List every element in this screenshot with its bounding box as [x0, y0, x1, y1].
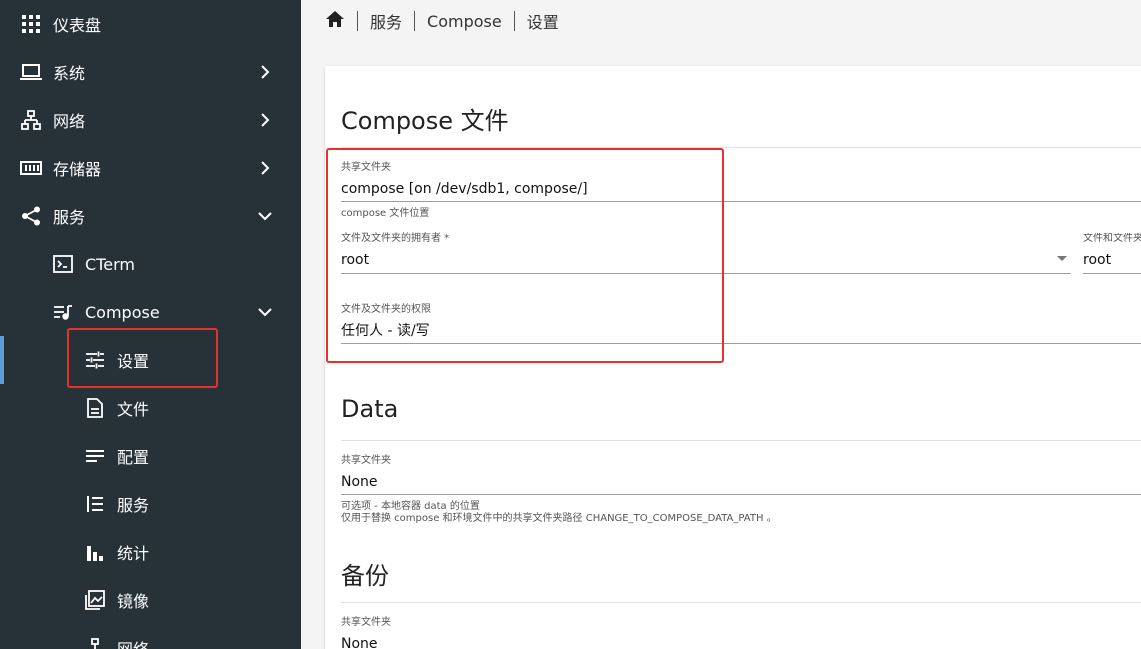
- breadcrumb-settings: 设置: [526, 13, 559, 32]
- network-icon: [20, 109, 42, 131]
- data-shared-folder-field[interactable]: 共享文件夹 None: [341, 455, 391, 491]
- sidebar-item-label: 文件: [117, 400, 150, 419]
- data-section-title: Data: [341, 395, 399, 423]
- field-label: 共享文件夹: [341, 617, 391, 628]
- highlight-compose-fields-frame: [326, 148, 724, 363]
- field-label: 文件和文件夹: [1083, 233, 1141, 244]
- breadcrumb-separator: [414, 11, 416, 31]
- sidebar-item-label: 仪表盘: [53, 16, 102, 35]
- field-hint: 仅用于替换 compose 和环境文件中的共享文件夹路径 CHANGE_TO_C…: [341, 513, 777, 524]
- sidebar-item-system[interactable]: 系统: [0, 48, 301, 96]
- storage-icon: [20, 157, 42, 179]
- text-lines-icon: [84, 445, 106, 467]
- sidebar-item-dashboard[interactable]: 仪表盘: [0, 0, 301, 48]
- sidebar-item-label: 存储器: [53, 160, 102, 179]
- file-document-icon: [84, 397, 106, 419]
- chevron-down-icon: [255, 302, 275, 322]
- compose-section-title: Compose 文件: [341, 107, 509, 135]
- backup-section-title: 备份: [341, 562, 389, 590]
- chevron-right-icon: [255, 110, 275, 130]
- sidebar-item-network[interactable]: 网络: [0, 96, 301, 144]
- sidebar-item-config[interactable]: 配置: [0, 432, 301, 480]
- sidebar-item-cterm[interactable]: CTerm: [0, 240, 301, 288]
- format-list-icon: [84, 493, 106, 515]
- sidebar-item-label: 网络: [117, 636, 149, 649]
- sidebar: 仪表盘 系统 网络 存储器 服务 CTerm Compose 设置 文件 配置 …: [0, 0, 301, 649]
- apps-grid-icon: [20, 13, 42, 35]
- field-hint: 可选项 - 本地容器 data 的位置: [341, 501, 480, 512]
- sidebar-item-label: 统计: [117, 544, 150, 563]
- terminal-icon: [52, 253, 74, 275]
- breadcrumb-separator: [357, 11, 358, 31]
- chevron-right-icon: [255, 62, 275, 82]
- sidebar-item-compose-services[interactable]: 服务: [0, 480, 301, 528]
- highlight-settings-frame: [67, 328, 218, 388]
- network-icon: [84, 637, 106, 649]
- home-icon[interactable]: [325, 10, 345, 32]
- sidebar-item-label: Compose: [85, 302, 160, 322]
- sidebar-item-label: 镜像: [117, 592, 150, 611]
- chevron-right-icon: [255, 158, 275, 178]
- sidebar-item-storage[interactable]: 存储器: [0, 144, 301, 192]
- field-label: 共享文件夹: [341, 455, 391, 466]
- field-value: root: [1083, 252, 1112, 268]
- breadcrumb-services[interactable]: 服务: [370, 9, 402, 33]
- laptop-icon: [20, 61, 42, 83]
- field-value: None: [341, 636, 378, 649]
- dropdown-arrow-icon[interactable]: [1057, 256, 1067, 261]
- divider: [341, 602, 1141, 603]
- image-icon: [84, 589, 106, 611]
- sidebar-item-services[interactable]: 服务: [0, 192, 301, 240]
- main-content: 服务 Compose 设置 Compose 文件 共享文件夹 compose […: [301, 0, 1141, 649]
- sidebar-item-label: 网络: [53, 112, 86, 131]
- sidebar-item-label: 服务: [117, 496, 150, 515]
- playlist-music-icon: [52, 301, 74, 323]
- settings-card: Compose 文件 共享文件夹 compose [on /dev/sdb1, …: [325, 66, 1141, 649]
- sidebar-item-stats[interactable]: 统计: [0, 528, 301, 576]
- backup-shared-folder-field[interactable]: 共享文件夹 None: [341, 617, 391, 649]
- field-underline: [1083, 273, 1141, 274]
- sidebar-item-label: 配置: [117, 448, 150, 467]
- sidebar-item-files[interactable]: 文件: [0, 384, 301, 432]
- chevron-down-icon: [255, 206, 275, 226]
- breadcrumb: 服务 Compose 设置: [325, 0, 559, 42]
- breadcrumb-separator: [513, 11, 515, 31]
- share-icon: [20, 205, 42, 227]
- divider: [341, 440, 1141, 441]
- sidebar-item-compose-networks[interactable]: 网络: [0, 624, 301, 649]
- group-select[interactable]: 文件和文件夹 root: [1083, 233, 1141, 269]
- sidebar-item-images[interactable]: 镜像: [0, 576, 301, 624]
- sidebar-item-label: 系统: [53, 64, 86, 83]
- field-value: None: [341, 474, 378, 490]
- field-underline: [341, 494, 1141, 495]
- sidebar-item-label: 服务: [53, 208, 86, 227]
- breadcrumb-compose[interactable]: Compose: [427, 12, 502, 31]
- sidebar-item-label: CTerm: [85, 254, 135, 274]
- bar-chart-icon: [84, 541, 106, 563]
